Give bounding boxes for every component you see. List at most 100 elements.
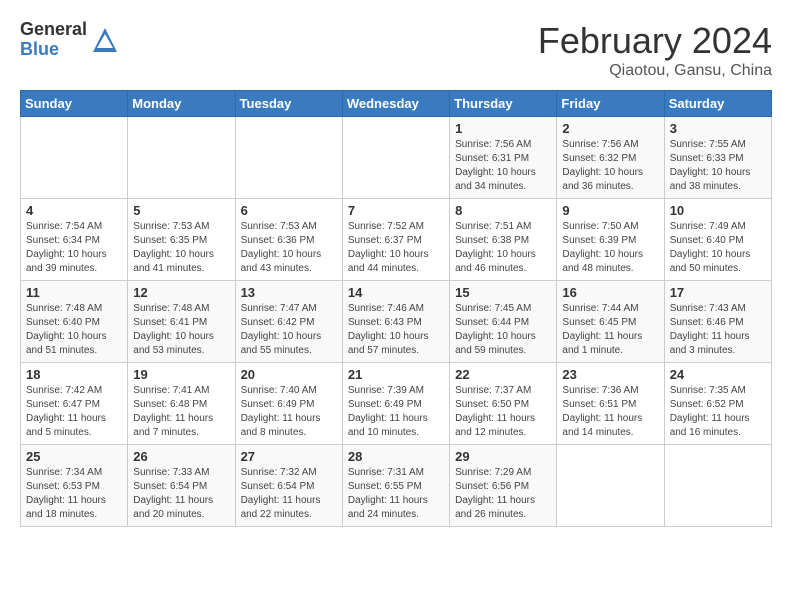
- day-number: 12: [133, 285, 229, 300]
- day-number: 14: [348, 285, 444, 300]
- month-title: February 2024: [538, 20, 772, 62]
- calendar-week-1: 1 Sunrise: 7:56 AM Sunset: 6:31 PM Daylig…: [21, 117, 772, 199]
- calendar-cell: 21 Sunrise: 7:39 AM Sunset: 6:49 PM Dayli…: [342, 363, 449, 445]
- calendar-cell: 15 Sunrise: 7:45 AM Sunset: 6:44 PM Dayli…: [450, 281, 557, 363]
- header-cell-thursday: Thursday: [450, 91, 557, 117]
- day-info: Sunrise: 7:54 AM Sunset: 6:34 PM Dayligh…: [26, 220, 122, 276]
- calendar-cell: 2 Sunrise: 7:56 AM Sunset: 6:32 PM Daylig…: [557, 117, 664, 199]
- day-info: Sunrise: 7:39 AM Sunset: 6:49 PM Dayligh…: [348, 384, 444, 440]
- day-number: 16: [562, 285, 658, 300]
- calendar-cell: 1 Sunrise: 7:56 AM Sunset: 6:31 PM Daylig…: [450, 117, 557, 199]
- day-number: 23: [562, 367, 658, 382]
- day-info: Sunrise: 7:43 AM Sunset: 6:46 PM Dayligh…: [670, 302, 766, 358]
- day-info: Sunrise: 7:34 AM Sunset: 6:53 PM Dayligh…: [26, 466, 122, 522]
- day-info: Sunrise: 7:45 AM Sunset: 6:44 PM Dayligh…: [455, 302, 551, 358]
- calendar-cell: [21, 117, 128, 199]
- day-info: Sunrise: 7:46 AM Sunset: 6:43 PM Dayligh…: [348, 302, 444, 358]
- day-info: Sunrise: 7:55 AM Sunset: 6:33 PM Dayligh…: [670, 138, 766, 194]
- calendar-cell: 14 Sunrise: 7:46 AM Sunset: 6:43 PM Dayli…: [342, 281, 449, 363]
- location-title: Qiaotou, Gansu, China: [538, 62, 772, 80]
- header-cell-friday: Friday: [557, 91, 664, 117]
- day-info: Sunrise: 7:49 AM Sunset: 6:40 PM Dayligh…: [670, 220, 766, 276]
- calendar-cell: 28Sunrise: 7:31 AM Sunset: 6:55 PM Dayli…: [342, 445, 449, 527]
- day-info: Sunrise: 7:33 AM Sunset: 6:54 PM Dayligh…: [133, 466, 229, 522]
- day-number: 26: [133, 449, 229, 464]
- logo-general: General: [20, 20, 87, 40]
- calendar-table: SundayMondayTuesdayWednesdayThursdayFrid…: [20, 90, 772, 527]
- calendar-cell: 8Sunrise: 7:51 AM Sunset: 6:38 PM Daylig…: [450, 199, 557, 281]
- day-number: 2: [562, 121, 658, 136]
- calendar-header: SundayMondayTuesdayWednesdayThursdayFrid…: [21, 91, 772, 117]
- calendar-week-4: 18Sunrise: 7:42 AM Sunset: 6:47 PM Dayli…: [21, 363, 772, 445]
- calendar-week-3: 11 Sunrise: 7:48 AM Sunset: 6:40 PM Dayli…: [21, 281, 772, 363]
- day-number: 24: [670, 367, 766, 382]
- calendar-cell: 17 Sunrise: 7:43 AM Sunset: 6:46 PM Dayli…: [664, 281, 771, 363]
- day-number: 21: [348, 367, 444, 382]
- calendar-cell: 25 Sunrise: 7:34 AM Sunset: 6:53 PM Dayli…: [21, 445, 128, 527]
- day-info: Sunrise: 7:53 AM Sunset: 6:36 PM Dayligh…: [241, 220, 337, 276]
- calendar-cell: 12 Sunrise: 7:48 AM Sunset: 6:41 PM Dayli…: [128, 281, 235, 363]
- day-info: Sunrise: 7:37 AM Sunset: 6:50 PM Dayligh…: [455, 384, 551, 440]
- day-number: 29: [455, 449, 551, 464]
- day-number: 18: [26, 367, 122, 382]
- day-info: Sunrise: 7:48 AM Sunset: 6:40 PM Dayligh…: [26, 302, 122, 358]
- header-row: SundayMondayTuesdayWednesdayThursdayFrid…: [21, 91, 772, 117]
- day-number: 6: [241, 203, 337, 218]
- calendar-week-5: 25 Sunrise: 7:34 AM Sunset: 6:53 PM Dayli…: [21, 445, 772, 527]
- calendar-cell: 29 Sunrise: 7:29 AM Sunset: 6:56 PM Dayli…: [450, 445, 557, 527]
- day-number: 3: [670, 121, 766, 136]
- day-number: 11: [26, 285, 122, 300]
- calendar-cell: [664, 445, 771, 527]
- day-number: 10: [670, 203, 766, 218]
- day-info: Sunrise: 7:52 AM Sunset: 6:37 PM Dayligh…: [348, 220, 444, 276]
- calendar-cell: 26 Sunrise: 7:33 AM Sunset: 6:54 PM Dayli…: [128, 445, 235, 527]
- title-block: February 2024 Qiaotou, Gansu, China: [538, 20, 772, 80]
- calendar-cell: 13Sunrise: 7:47 AM Sunset: 6:42 PM Dayli…: [235, 281, 342, 363]
- calendar-cell: 22Sunrise: 7:37 AM Sunset: 6:50 PM Dayli…: [450, 363, 557, 445]
- header-cell-saturday: Saturday: [664, 91, 771, 117]
- calendar-cell: 16 Sunrise: 7:44 AM Sunset: 6:45 PM Dayli…: [557, 281, 664, 363]
- day-number: 9: [562, 203, 658, 218]
- day-number: 4: [26, 203, 122, 218]
- day-info: Sunrise: 7:32 AM Sunset: 6:54 PM Dayligh…: [241, 466, 337, 522]
- day-number: 27: [241, 449, 337, 464]
- day-number: 25: [26, 449, 122, 464]
- calendar-cell: 6 Sunrise: 7:53 AM Sunset: 6:36 PM Daylig…: [235, 199, 342, 281]
- day-info: Sunrise: 7:41 AM Sunset: 6:48 PM Dayligh…: [133, 384, 229, 440]
- calendar-cell: 11 Sunrise: 7:48 AM Sunset: 6:40 PM Dayli…: [21, 281, 128, 363]
- day-info: Sunrise: 7:36 AM Sunset: 6:51 PM Dayligh…: [562, 384, 658, 440]
- day-info: Sunrise: 7:48 AM Sunset: 6:41 PM Dayligh…: [133, 302, 229, 358]
- day-number: 20: [241, 367, 337, 382]
- calendar-cell: 4 Sunrise: 7:54 AM Sunset: 6:34 PM Daylig…: [21, 199, 128, 281]
- header-cell-tuesday: Tuesday: [235, 91, 342, 117]
- day-number: 19: [133, 367, 229, 382]
- header-cell-sunday: Sunday: [21, 91, 128, 117]
- logo-blue: Blue: [20, 40, 87, 60]
- day-info: Sunrise: 7:44 AM Sunset: 6:45 PM Dayligh…: [562, 302, 658, 358]
- calendar-cell: 18Sunrise: 7:42 AM Sunset: 6:47 PM Dayli…: [21, 363, 128, 445]
- day-number: 1: [455, 121, 551, 136]
- day-number: 5: [133, 203, 229, 218]
- day-info: Sunrise: 7:53 AM Sunset: 6:35 PM Dayligh…: [133, 220, 229, 276]
- calendar-cell: [557, 445, 664, 527]
- day-number: 13: [241, 285, 337, 300]
- calendar-cell: 5 Sunrise: 7:53 AM Sunset: 6:35 PM Daylig…: [128, 199, 235, 281]
- calendar-cell: [235, 117, 342, 199]
- calendar-cell: 19 Sunrise: 7:41 AM Sunset: 6:48 PM Dayli…: [128, 363, 235, 445]
- day-info: Sunrise: 7:56 AM Sunset: 6:32 PM Dayligh…: [562, 138, 658, 194]
- calendar-cell: [342, 117, 449, 199]
- day-info: Sunrise: 7:29 AM Sunset: 6:56 PM Dayligh…: [455, 466, 551, 522]
- page-header: General Blue February 2024 Qiaotou, Gans…: [20, 20, 772, 80]
- day-info: Sunrise: 7:56 AM Sunset: 6:31 PM Dayligh…: [455, 138, 551, 194]
- day-number: 8: [455, 203, 551, 218]
- calendar-cell: 23 Sunrise: 7:36 AM Sunset: 6:51 PM Dayli…: [557, 363, 664, 445]
- logo-icon: [91, 26, 119, 54]
- calendar-cell: 27 Sunrise: 7:32 AM Sunset: 6:54 PM Dayli…: [235, 445, 342, 527]
- calendar-body: 1 Sunrise: 7:56 AM Sunset: 6:31 PM Daylig…: [21, 117, 772, 527]
- logo: General Blue: [20, 20, 119, 60]
- day-number: 17: [670, 285, 766, 300]
- day-number: 28: [348, 449, 444, 464]
- day-number: 15: [455, 285, 551, 300]
- calendar-cell: 9Sunrise: 7:50 AM Sunset: 6:39 PM Daylig…: [557, 199, 664, 281]
- calendar-cell: 10 Sunrise: 7:49 AM Sunset: 6:40 PM Dayli…: [664, 199, 771, 281]
